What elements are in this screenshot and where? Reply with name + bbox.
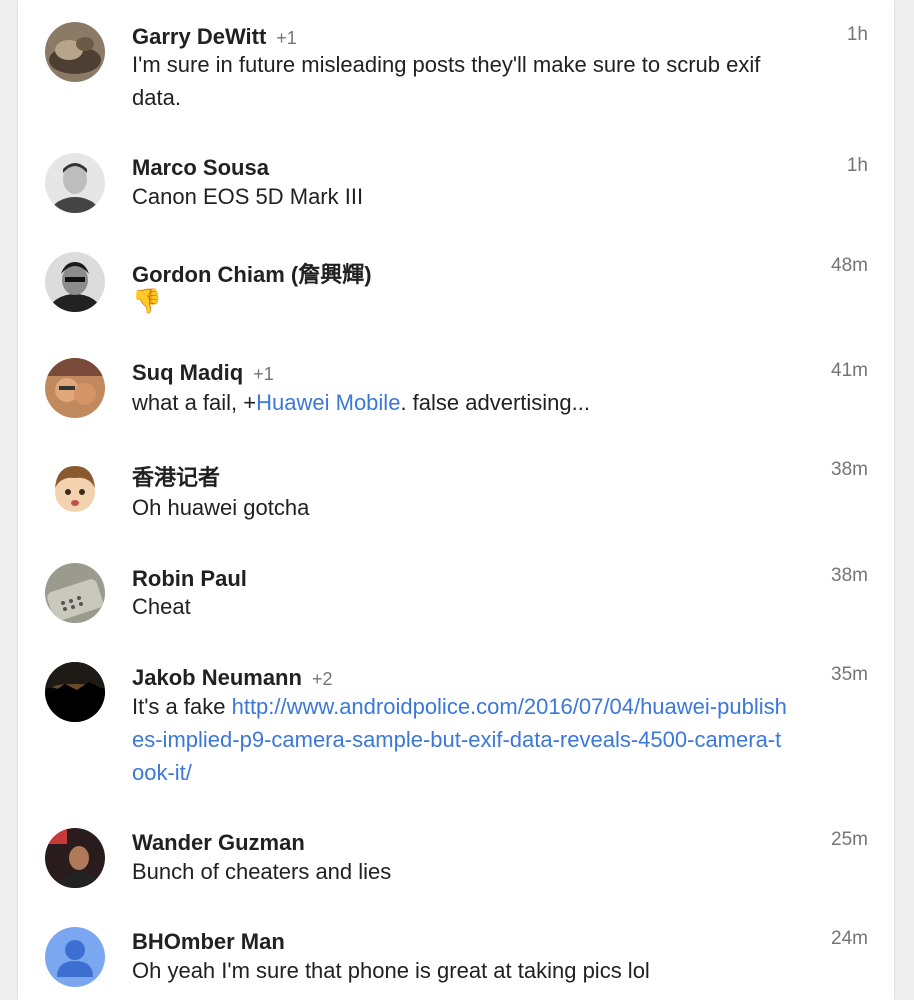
comment-header: Marco Sousa (132, 155, 269, 181)
comment-text: Oh yeah I'm sure that phone is great at … (132, 958, 650, 983)
avatar-photo-icon (45, 662, 105, 722)
timestamp: 38m (831, 565, 868, 586)
comment-header: BHOmber Man (132, 929, 285, 955)
author-name[interactable]: Robin Paul (132, 566, 247, 591)
timestamp: 24m (831, 928, 868, 949)
author-name[interactable]: Garry DeWitt (132, 24, 266, 49)
timestamp: 25m (831, 829, 868, 850)
avatar-photo-icon (45, 22, 105, 82)
comment-header: Wander Guzman (132, 830, 305, 856)
author-name[interactable]: Gordon Chiam (詹興輝) (132, 262, 372, 287)
comment-text: I'm sure in future misleading posts they… (132, 52, 761, 110)
plus-one-count[interactable]: +2 (312, 669, 333, 689)
mention-link[interactable]: Huawei Mobile (256, 390, 400, 415)
timestamp: 1h (846, 155, 868, 176)
timestamp: 48m (831, 255, 868, 276)
author-name[interactable]: 香港记者 (132, 465, 220, 490)
default-user-icon (45, 927, 105, 987)
comment-text-before: It's a fake (132, 694, 232, 719)
comment-header: Robin Paul (132, 566, 247, 592)
avatar-photo-icon (45, 153, 105, 213)
avatar-photo-icon (45, 563, 105, 623)
avatar[interactable] (45, 458, 105, 518)
plus-one-count[interactable]: +1 (253, 364, 274, 384)
avatar-photo-icon (45, 252, 105, 312)
comment-text-before: what a fail, + (132, 390, 257, 415)
author-name[interactable]: BHOmber Man (132, 929, 285, 954)
avatar[interactable] (45, 153, 105, 213)
avatar[interactable] (45, 22, 105, 82)
comment-text: what a fail, +Huawei Mobile. false adver… (132, 386, 792, 419)
avatar[interactable] (45, 927, 105, 987)
avatar-cartoon-icon (45, 458, 105, 518)
avatar[interactable] (45, 662, 105, 722)
avatar[interactable] (45, 563, 105, 623)
timestamp: 1h (846, 24, 868, 45)
comment-text: Cheat (132, 594, 191, 619)
avatar-photo-icon (45, 358, 105, 418)
plus-one-count[interactable]: +1 (276, 28, 297, 48)
author-name[interactable]: Jakob Neumann (132, 665, 302, 690)
thumbs-down-icon: 👎 (132, 288, 162, 315)
author-name[interactable]: Marco Sousa (132, 155, 269, 180)
timestamp: 35m (831, 664, 868, 685)
comment-header: Jakob Neumann +2 (132, 665, 332, 691)
comment-text: It's a fake http://www.androidpolice.com… (132, 690, 792, 789)
timestamp: 38m (831, 459, 868, 480)
comment-header: 香港记者 (132, 460, 220, 492)
avatar[interactable] (45, 828, 105, 888)
comment-text-after: . false advertising... (400, 390, 590, 415)
timestamp: 41m (831, 360, 868, 381)
avatar[interactable] (45, 252, 105, 312)
comments-card: Garry DeWitt +1 1h I'm sure in future mis… (18, 0, 894, 1000)
avatar-photo-icon (45, 828, 105, 888)
author-name[interactable]: Suq Madiq (132, 360, 243, 385)
comment-text: Canon EOS 5D Mark III (132, 184, 364, 209)
avatar[interactable] (45, 358, 105, 418)
comment-text: Oh huawei gotcha (132, 495, 310, 520)
comment-header: Garry DeWitt +1 (132, 24, 297, 50)
comment-text: Bunch of cheaters and lies (132, 859, 392, 884)
comment-header: Suq Madiq +1 (132, 360, 274, 386)
author-name[interactable]: Wander Guzman (132, 830, 305, 855)
